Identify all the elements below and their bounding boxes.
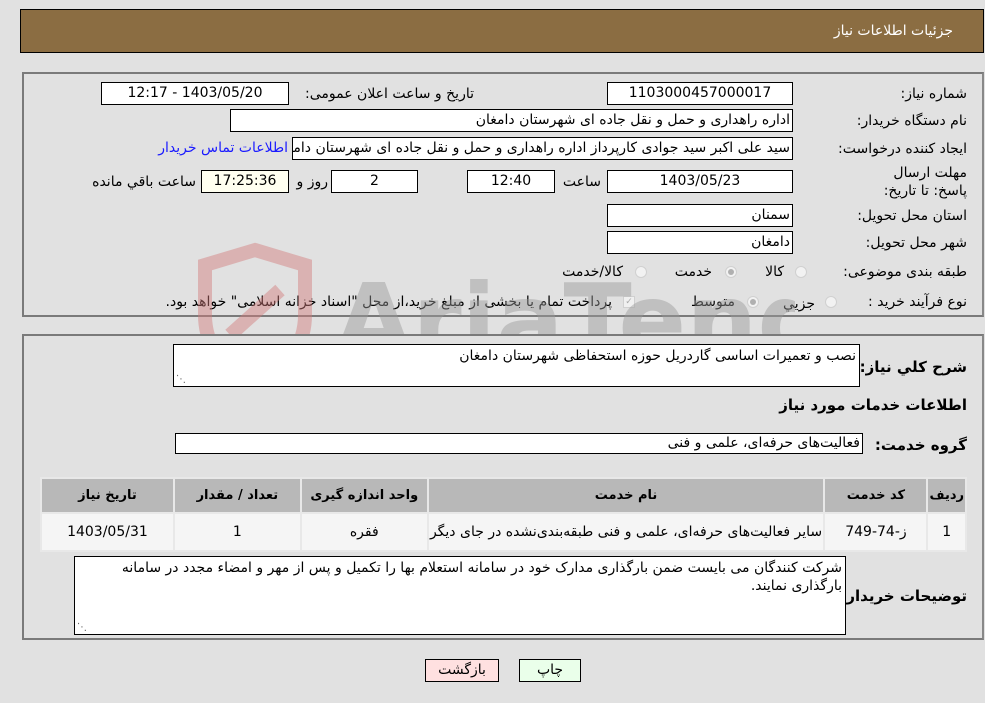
days-label: روز و (296, 174, 329, 190)
header-row-number: ردیف (926, 477, 967, 514)
requester-field: سید علی اکبر سید جوادی کارپرداز اداره را… (292, 137, 793, 160)
need-number-label: شماره نیاز: (900, 86, 968, 102)
header-quantity: تعداد / مقدار (172, 477, 302, 514)
header-service-code: کد خدمت (823, 477, 929, 514)
purchase-type-label: نوع فرآیند خرید : (868, 294, 967, 310)
services-section-title: اطلاعات خدمات مورد نياز (779, 396, 967, 414)
service-group-field: فعالیت‌های حرفه‌ای، علمی و فنی (175, 433, 863, 454)
description-textarea[interactable]: نصب و تعمیرات اساسی گاردریل حوزه استحفاظ… (173, 344, 860, 387)
treasury-checkbox[interactable]: ✓ (623, 296, 635, 308)
table-header-row: ردیف کد خدمت نام خدمت واحد اندازه گیری ت… (40, 477, 967, 514)
header-need-date: تاریخ نیاز (40, 477, 175, 514)
deadline-label: مهلت ارسال پاسخ: تا تاریخ: (883, 165, 967, 199)
header-unit: واحد اندازه گیری (299, 477, 429, 514)
province-field: سمنان (607, 204, 793, 227)
resize-grip-icon[interactable]: ⋰ (176, 375, 186, 385)
table-row: 1 ز-74-749 سایر فعالیت‌های حرفه‌ای، علمی… (40, 512, 967, 552)
cell-need-date: 1403/05/31 (40, 512, 175, 552)
category-option-service: خدمت (674, 264, 712, 280)
category-radio-goods[interactable] (795, 266, 807, 278)
service-group-label: گروه خدمت: (874, 436, 967, 454)
cell-service-name: سایر فعالیت‌های حرفه‌ای، علمی و فنی طبقه… (426, 512, 826, 552)
page-header: جزئیات اطلاعات نیاز (20, 9, 984, 53)
buyer-notes-textarea[interactable]: شرکت کنندگان می بایست ضمن بارگذاری مدارک… (74, 556, 846, 635)
purchase-type-option-medium: متوسط (691, 294, 735, 310)
buyer-contact-link[interactable]: اطلاعات تماس خریدار (158, 140, 288, 156)
page-title: جزئیات اطلاعات نیاز (833, 23, 953, 39)
purchase-type-radio-minor[interactable] (825, 296, 837, 308)
buyer-org-label: نام دستگاه خریدار: (856, 113, 967, 129)
deadline-time-label: ساعت (562, 174, 601, 190)
category-radio-goods-service[interactable] (635, 266, 647, 278)
services-table: ردیف کد خدمت نام خدمت واحد اندازه گیری ت… (40, 477, 967, 552)
city-label: شهر محل تحویل: (865, 235, 967, 251)
purchase-type-radio-medium[interactable] (747, 296, 759, 308)
deadline-time-field: 12:40 (467, 170, 555, 193)
purchase-type-option-minor: جزيي (783, 296, 815, 312)
description-text: نصب و تعمیرات اساسی گاردریل حوزه استحفاظ… (459, 348, 856, 364)
announce-datetime-label: تاریخ و ساعت اعلان عمومی: (305, 86, 474, 102)
category-radio-service[interactable] (725, 266, 737, 278)
cell-row-number: 1 (926, 512, 967, 552)
requester-label: ایجاد کننده درخواست: (838, 141, 967, 157)
print-button[interactable]: چاپ (519, 659, 581, 682)
buyer-org-field: اداره راهداری و حمل و نقل جاده ای شهرستا… (230, 109, 793, 132)
treasury-note: پرداخت تمام یا بخشی از مبلغ خرید،از محل … (165, 294, 612, 310)
announce-datetime-field: 1403/05/20 - 12:17 (101, 82, 289, 105)
buyer-notes-label: توضیحات خریدار: (840, 587, 967, 605)
city-field: دامغان (607, 231, 793, 254)
buyer-notes-text: شرکت کنندگان می بایست ضمن بارگذاری مدارک… (121, 560, 842, 594)
need-number-field: 1103000457000017 (607, 82, 793, 105)
deadline-date-field: 1403/05/23 (607, 170, 793, 193)
time-remaining-label: ساعت باقي مانده (92, 174, 196, 190)
header-service-name: نام خدمت (426, 477, 826, 514)
category-option-goods: کالا (765, 264, 784, 280)
cell-unit: فقره (299, 512, 429, 552)
description-label: شرح كلي نياز: (859, 358, 967, 376)
cell-quantity: 1 (172, 512, 302, 552)
resize-grip-icon[interactable]: ⋰ (77, 623, 87, 633)
cell-service-code: ز-74-749 (823, 512, 929, 552)
category-label: طبقه بندی موضوعی: (843, 264, 967, 280)
time-remaining-field: 17:25:36 (201, 170, 289, 193)
province-label: استان محل تحویل: (857, 208, 967, 224)
back-button[interactable]: بازگشت (425, 659, 499, 682)
category-option-goods-service: کالا/خدمت (562, 264, 623, 280)
days-remaining-field: 2 (331, 170, 418, 193)
